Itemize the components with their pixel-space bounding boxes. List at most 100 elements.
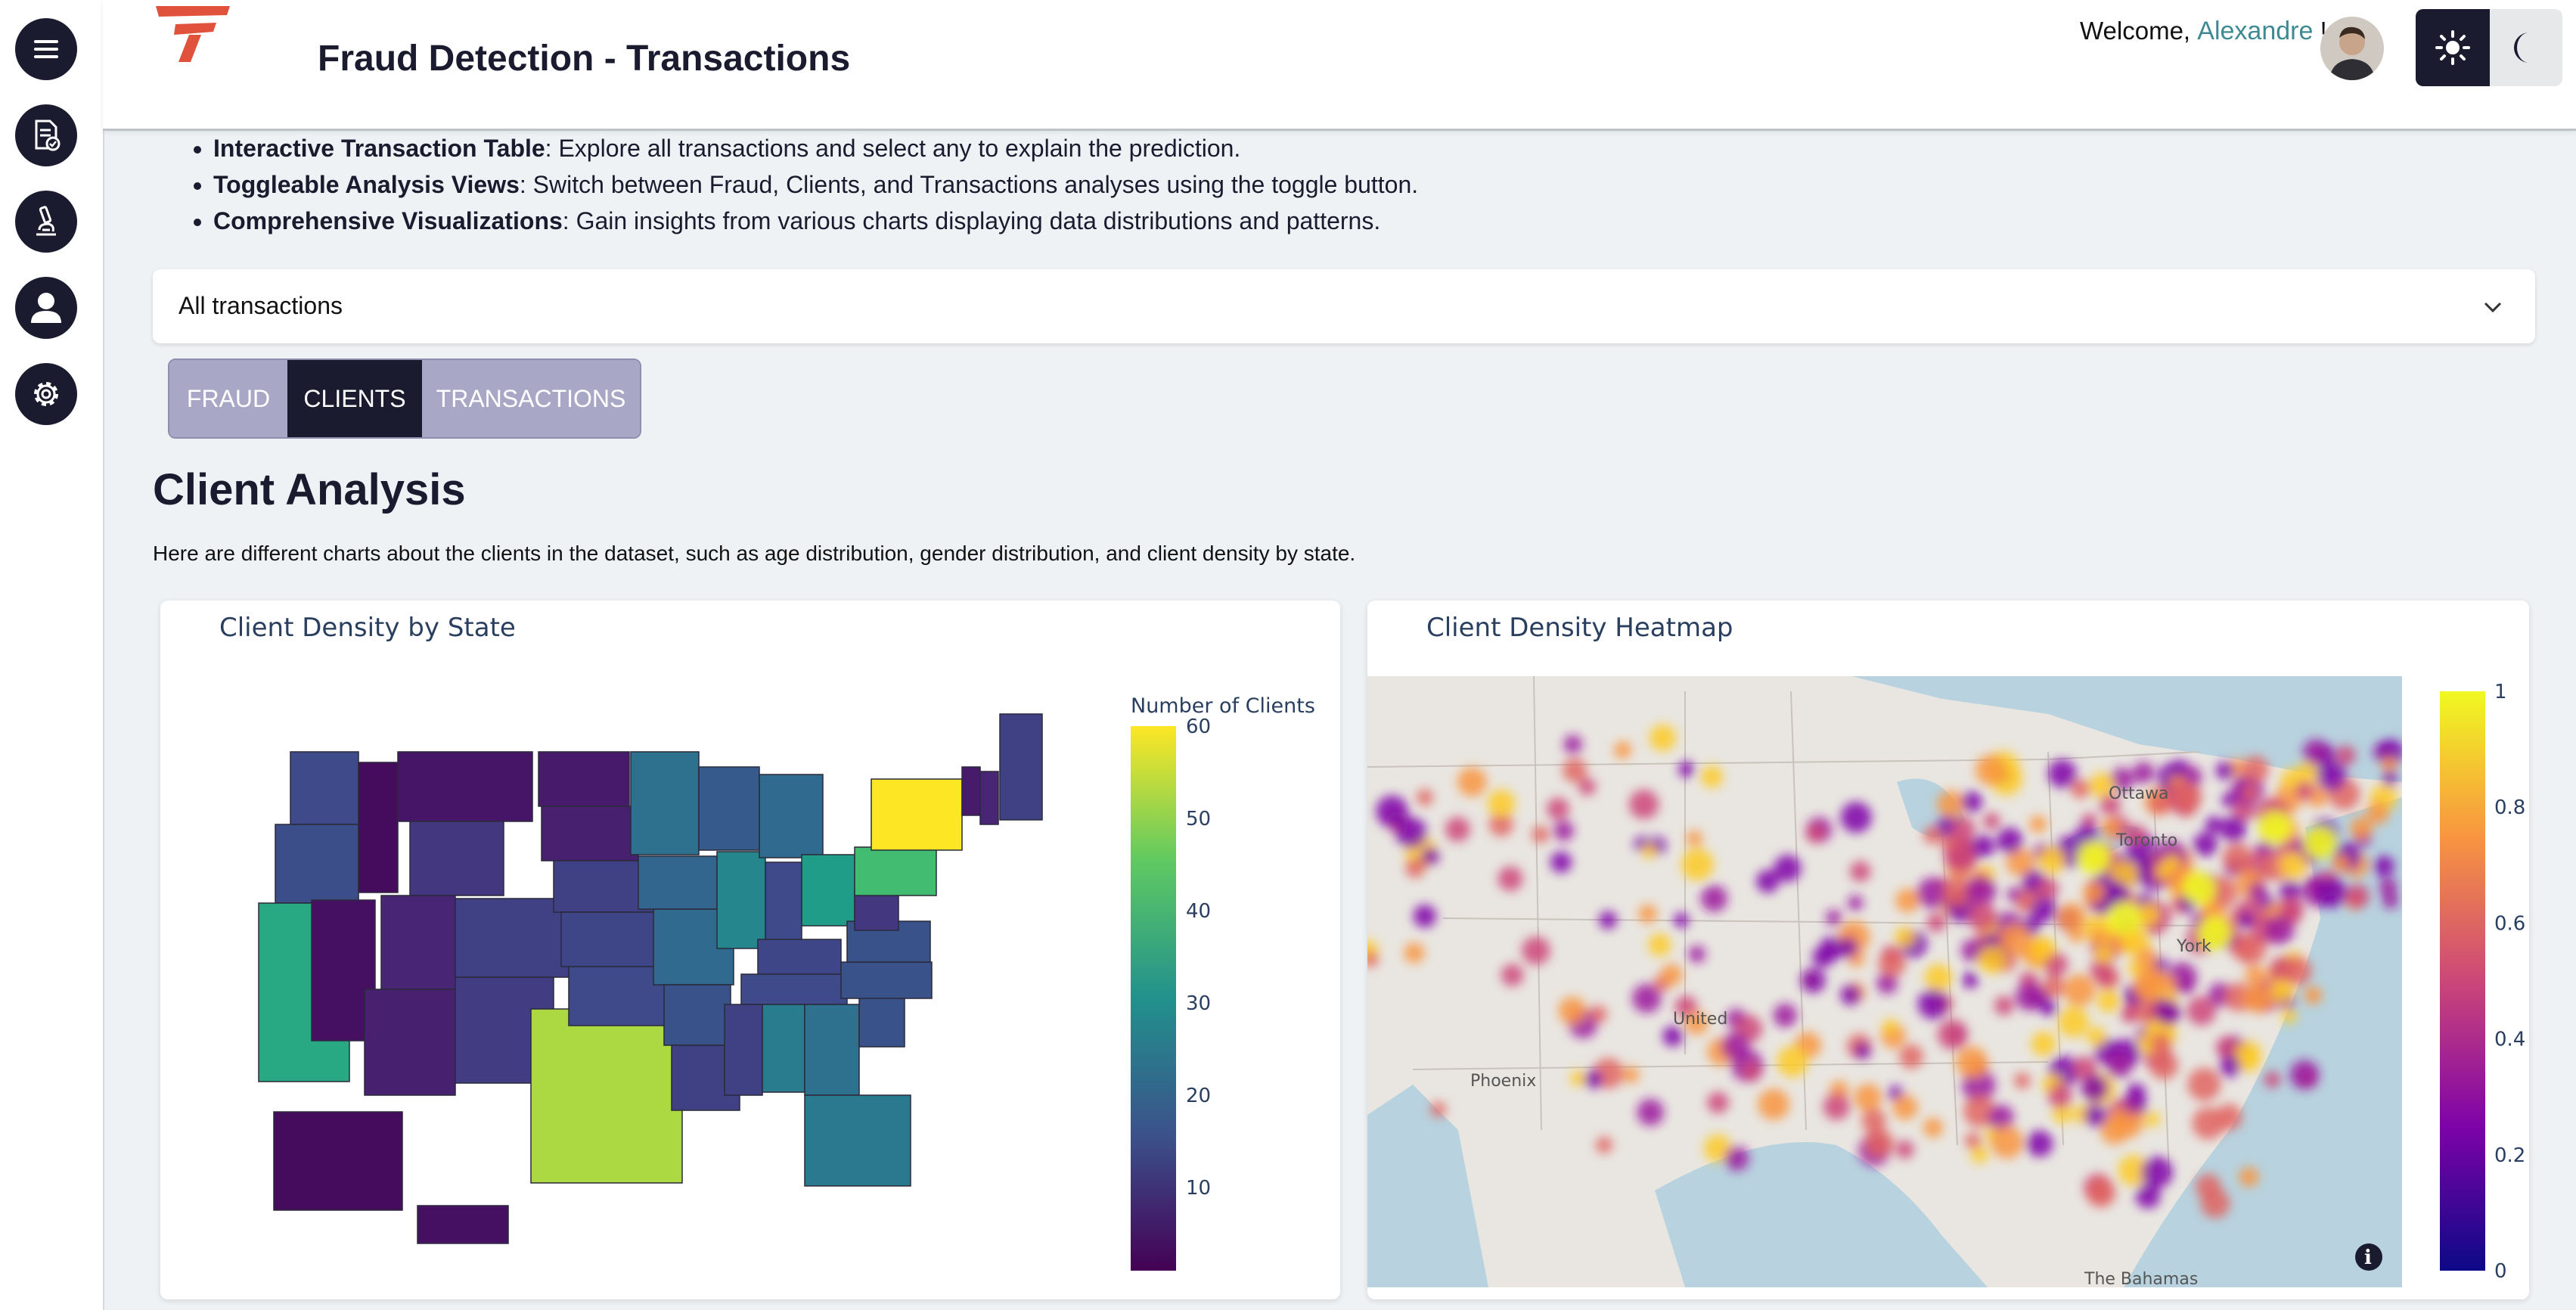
theme-toggle[interactable] (2416, 9, 2562, 86)
density-point (1641, 843, 1657, 859)
clients-toggle-button[interactable]: CLIENTS (287, 360, 422, 437)
map-label: Ottawa (2109, 784, 2169, 803)
density-point (1895, 888, 1920, 913)
sidebar-item-clients[interactable] (15, 277, 77, 339)
state-wy[interactable] (409, 821, 504, 896)
density-point (2041, 975, 2065, 998)
density-point (2036, 877, 2059, 900)
density-point (1997, 827, 2023, 854)
settings-icon (34, 382, 58, 406)
state-ut[interactable] (380, 895, 456, 990)
fraud-toggle-button[interactable]: FRAUD (169, 360, 287, 437)
density-point (2084, 1104, 2108, 1127)
state-mt[interactable] (397, 751, 533, 822)
feature-text: : Explore all transactions and select an… (545, 135, 1241, 162)
state-mn[interactable] (630, 751, 700, 855)
state-al[interactable] (762, 1004, 805, 1093)
welcome-message: Welcome, Alexandre ! (2080, 17, 2327, 46)
density-point (1721, 1032, 1750, 1060)
app-logo[interactable] (151, 5, 231, 62)
state-oh[interactable] (801, 854, 855, 927)
density-point (1994, 995, 2014, 1016)
state-sd[interactable] (541, 806, 639, 861)
state-wi[interactable] (698, 766, 760, 851)
density-point (2144, 1111, 2161, 1127)
state-pa[interactable] (854, 846, 937, 896)
state-ky[interactable] (757, 939, 842, 975)
density-point (1405, 858, 1426, 878)
density-point (2215, 761, 2234, 780)
state-ms[interactable] (724, 1004, 763, 1096)
density-point (2345, 883, 2370, 908)
state-tn[interactable] (740, 973, 848, 1005)
density-point (1850, 861, 1871, 882)
state-in[interactable] (765, 861, 802, 940)
density-point (2136, 947, 2158, 969)
density-point (1864, 1128, 1894, 1158)
dark-theme-button[interactable] (2490, 9, 2562, 86)
state-wa[interactable] (290, 751, 359, 825)
state-co[interactable] (455, 898, 570, 978)
sidebar-item-settings[interactable] (15, 363, 77, 425)
state-mi[interactable] (759, 774, 824, 858)
density-point (1923, 1117, 1944, 1138)
state-ga[interactable] (804, 1004, 860, 1096)
density-point (2105, 1051, 2133, 1079)
transactions-toggle-button[interactable]: TRANSACTIONS (422, 360, 640, 437)
density-point (1553, 821, 1574, 841)
list-item: Comprehensive Visualizations: Gain insig… (213, 203, 1418, 239)
density-point (1660, 964, 1683, 986)
state-nh[interactable] (979, 771, 999, 825)
state-me[interactable] (999, 713, 1043, 821)
state-id[interactable] (358, 762, 399, 893)
density-point (2056, 902, 2086, 933)
density-point (1895, 927, 1916, 948)
density-point (1637, 1098, 1665, 1126)
state-hi[interactable] (417, 1205, 509, 1244)
density-heatmap[interactable]: Ottawa Toronto United Phoenix The Bahama… (1367, 601, 2529, 1299)
state-ar[interactable] (663, 984, 731, 1046)
density-point (1975, 754, 2006, 786)
document-check-icon (35, 120, 61, 151)
user-name-link[interactable]: Alexandre (2197, 17, 2313, 45)
transactions-accordion[interactable]: All transactions (153, 269, 2535, 343)
state-fl[interactable] (804, 1094, 911, 1187)
density-point (2150, 1032, 2172, 1054)
density-point (2186, 996, 2216, 1026)
state-ny[interactable] (871, 778, 963, 851)
density-point (1707, 1091, 1729, 1113)
state-ia[interactable] (638, 855, 718, 910)
density-point (1826, 909, 1842, 926)
state-nc[interactable] (840, 961, 933, 999)
density-point (2135, 1184, 2161, 1209)
section-description: Here are different charts about the clie… (153, 542, 1356, 565)
state-ak[interactable] (273, 1111, 403, 1211)
colorbar-tick: 30 (1186, 992, 1211, 1015)
state-nd[interactable] (538, 751, 630, 807)
sidebar-item-analysis[interactable] (15, 191, 77, 253)
state-tx[interactable] (530, 1008, 683, 1184)
menu-button[interactable] (15, 18, 77, 80)
map-label: York (2176, 937, 2211, 956)
density-point (1532, 825, 1550, 843)
light-theme-button[interactable] (2416, 9, 2490, 86)
state-vt[interactable] (961, 766, 981, 816)
colorbar-tick: 0.6 (2494, 912, 2525, 935)
density-point (2335, 745, 2356, 766)
density-hotspot (2258, 811, 2292, 844)
state-or[interactable] (275, 824, 359, 904)
density-point (2132, 762, 2155, 784)
avatar[interactable] (2320, 17, 2384, 80)
sidebar-item-documents[interactable] (15, 104, 77, 166)
density-point (1926, 913, 1946, 933)
state-sc[interactable] (858, 993, 905, 1048)
density-point (1840, 984, 1861, 1005)
state-az[interactable] (364, 989, 456, 1096)
state-il[interactable] (716, 851, 766, 949)
choropleth-chart[interactable]: Number of Clients 10 20 30 40 50 60 (160, 601, 1340, 1299)
colorbar-tick: 20 (1186, 1085, 1211, 1107)
colorbar-tick: 0 (2494, 1260, 2507, 1283)
feature-name: Interactive Transaction Table (213, 135, 545, 162)
density-point (1801, 968, 1826, 993)
state-wv[interactable] (854, 892, 899, 931)
